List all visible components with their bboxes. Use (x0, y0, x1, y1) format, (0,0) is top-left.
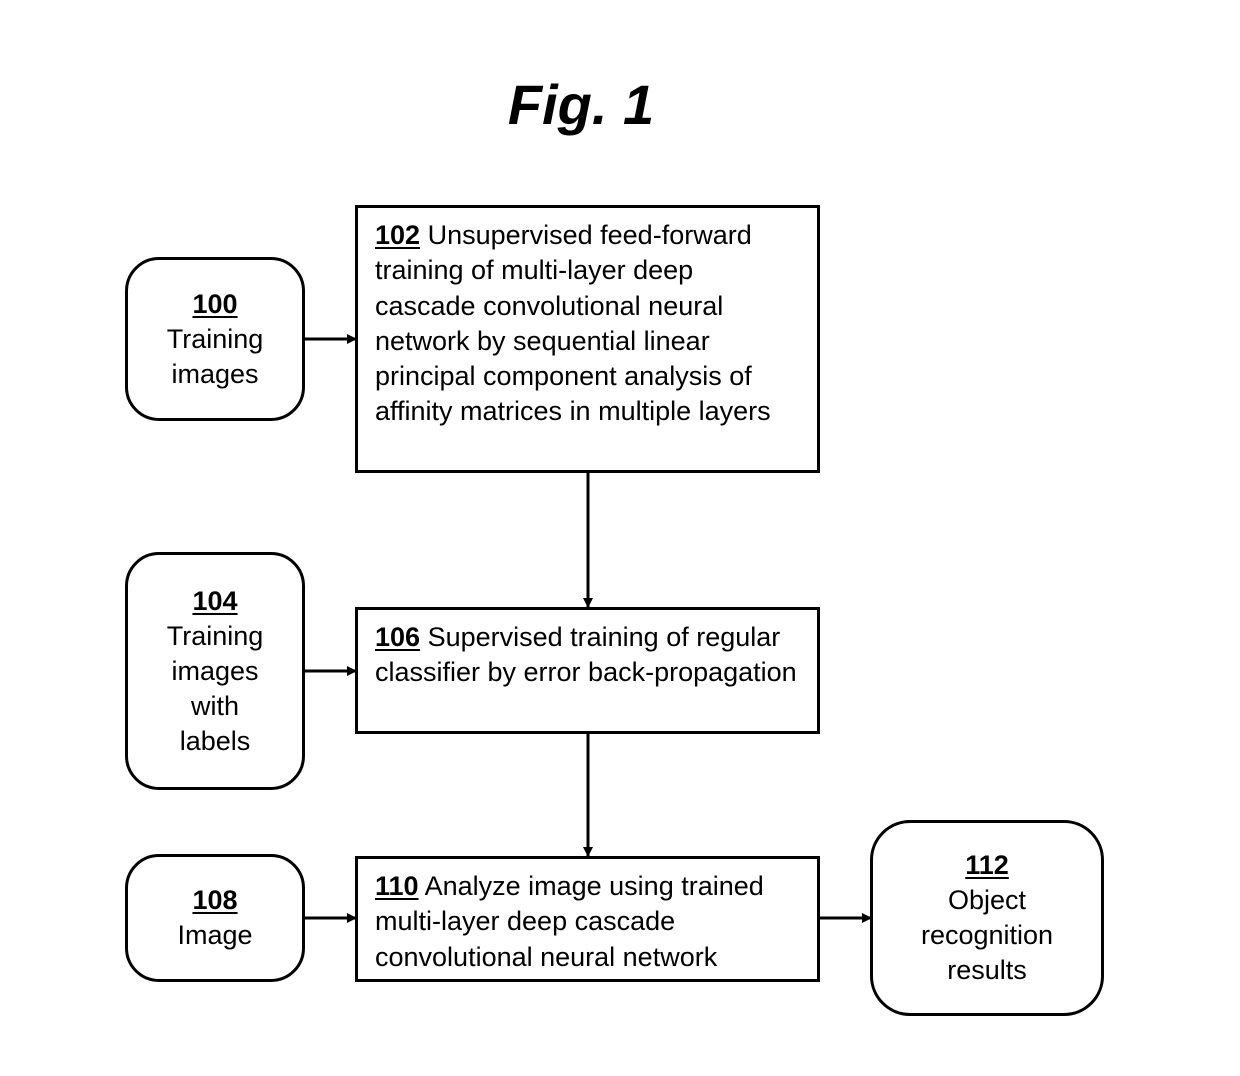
node-label-line: Training (166, 323, 264, 354)
node-110-analyze-image: 110 Analyze image using trained multi-la… (355, 856, 820, 982)
node-description: Analyze image using trained multi-layer … (375, 871, 764, 972)
node-number: 102 (375, 220, 421, 250)
node-description: Unsupervised feed-forward training of mu… (375, 220, 771, 427)
node-104-labeled-training-images: 104 Training images with labels (125, 552, 305, 790)
node-100-training-images: 100 Training images (125, 257, 305, 421)
node-number: 108 (192, 885, 238, 915)
node-label-line: Training (166, 620, 264, 651)
node-number: 106 (375, 622, 421, 652)
node-label-line: with (190, 690, 239, 721)
node-number: 100 (192, 288, 238, 319)
node-label-line: Object (947, 885, 1027, 915)
node-number: 112 (965, 850, 1009, 880)
node-112-object-recognition-results: 112 Object recognition results (870, 820, 1104, 1016)
node-label-line: recognition (920, 920, 1054, 950)
node-102-unsupervised-training: 102 Unsupervised feed-forward training o… (355, 205, 820, 473)
node-number: 110 (375, 871, 419, 901)
node-label-line: results (947, 955, 1027, 985)
node-label-line: labels (179, 725, 251, 756)
node-106-supervised-training: 106 Supervised training of regular class… (355, 607, 820, 734)
node-label-line: images (171, 358, 259, 389)
node-number: 104 (192, 585, 238, 616)
node-label-line: Image (177, 920, 253, 950)
node-label-line: images (171, 655, 259, 686)
node-description: Supervised training of regular classifie… (375, 622, 797, 688)
node-108-image: 108 Image (125, 854, 305, 982)
